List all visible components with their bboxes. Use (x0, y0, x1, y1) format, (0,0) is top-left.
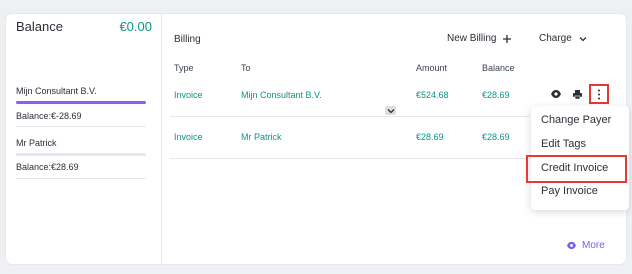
column-header-balance: Balance (482, 63, 515, 73)
payer-name[interactable]: Mijn Consultant B.V. (16, 86, 146, 96)
billing-title: Billing (174, 34, 201, 45)
charge-dropdown[interactable]: Charge (539, 33, 588, 44)
menu-item-edit-tags[interactable]: Edit Tags (541, 138, 586, 150)
print-icon[interactable] (571, 88, 583, 100)
chevron-down-icon (387, 108, 394, 113)
chevron-down-icon (579, 36, 587, 41)
balance-amount: €0.00 (119, 19, 152, 34)
row-type[interactable]: Invoice (174, 132, 203, 142)
balance-title: Balance (16, 19, 63, 34)
column-header-to: To (241, 63, 251, 73)
payer-balance: Balance:€28.69 (16, 162, 79, 172)
new-billing-label: New Billing (447, 33, 497, 44)
divider (16, 178, 146, 179)
payer-balance: Balance:€-28.69 (16, 111, 82, 121)
row-balance[interactable]: €28.69 (482, 132, 510, 142)
row-balance[interactable]: €28.69 (482, 90, 510, 100)
new-billing-button[interactable]: New Billing (447, 33, 512, 44)
column-header-type: Type (174, 63, 194, 73)
menu-item-change-payer[interactable]: Change Payer (541, 114, 611, 126)
payer-name[interactable]: Mr Patrick (16, 138, 146, 148)
divider (16, 126, 146, 127)
row-type[interactable]: Invoice (174, 90, 203, 100)
more-link[interactable]: More (566, 240, 605, 251)
row-divider (170, 116, 530, 117)
charge-label: Charge (539, 33, 572, 44)
column-header-amount: Amount (416, 63, 448, 73)
row-to[interactable]: Mr Patrick (241, 132, 282, 142)
row-to[interactable]: Mijn Consultant B.V. (241, 90, 322, 100)
row-expand-button[interactable] (385, 106, 396, 115)
payer-balance-bar (16, 101, 146, 104)
more-label: More (582, 240, 605, 251)
payer-balance-bar (16, 153, 146, 156)
eye-icon (567, 241, 576, 250)
credit-invoice-highlight (526, 155, 627, 183)
more-vertical-icon[interactable] (593, 88, 605, 100)
row-amount[interactable]: €28.69 (416, 132, 444, 142)
menu-item-pay-invoice[interactable]: Pay Invoice (541, 185, 598, 197)
row-amount[interactable]: €524.68 (416, 90, 449, 100)
plus-icon (503, 34, 512, 43)
eye-icon[interactable] (550, 88, 562, 100)
